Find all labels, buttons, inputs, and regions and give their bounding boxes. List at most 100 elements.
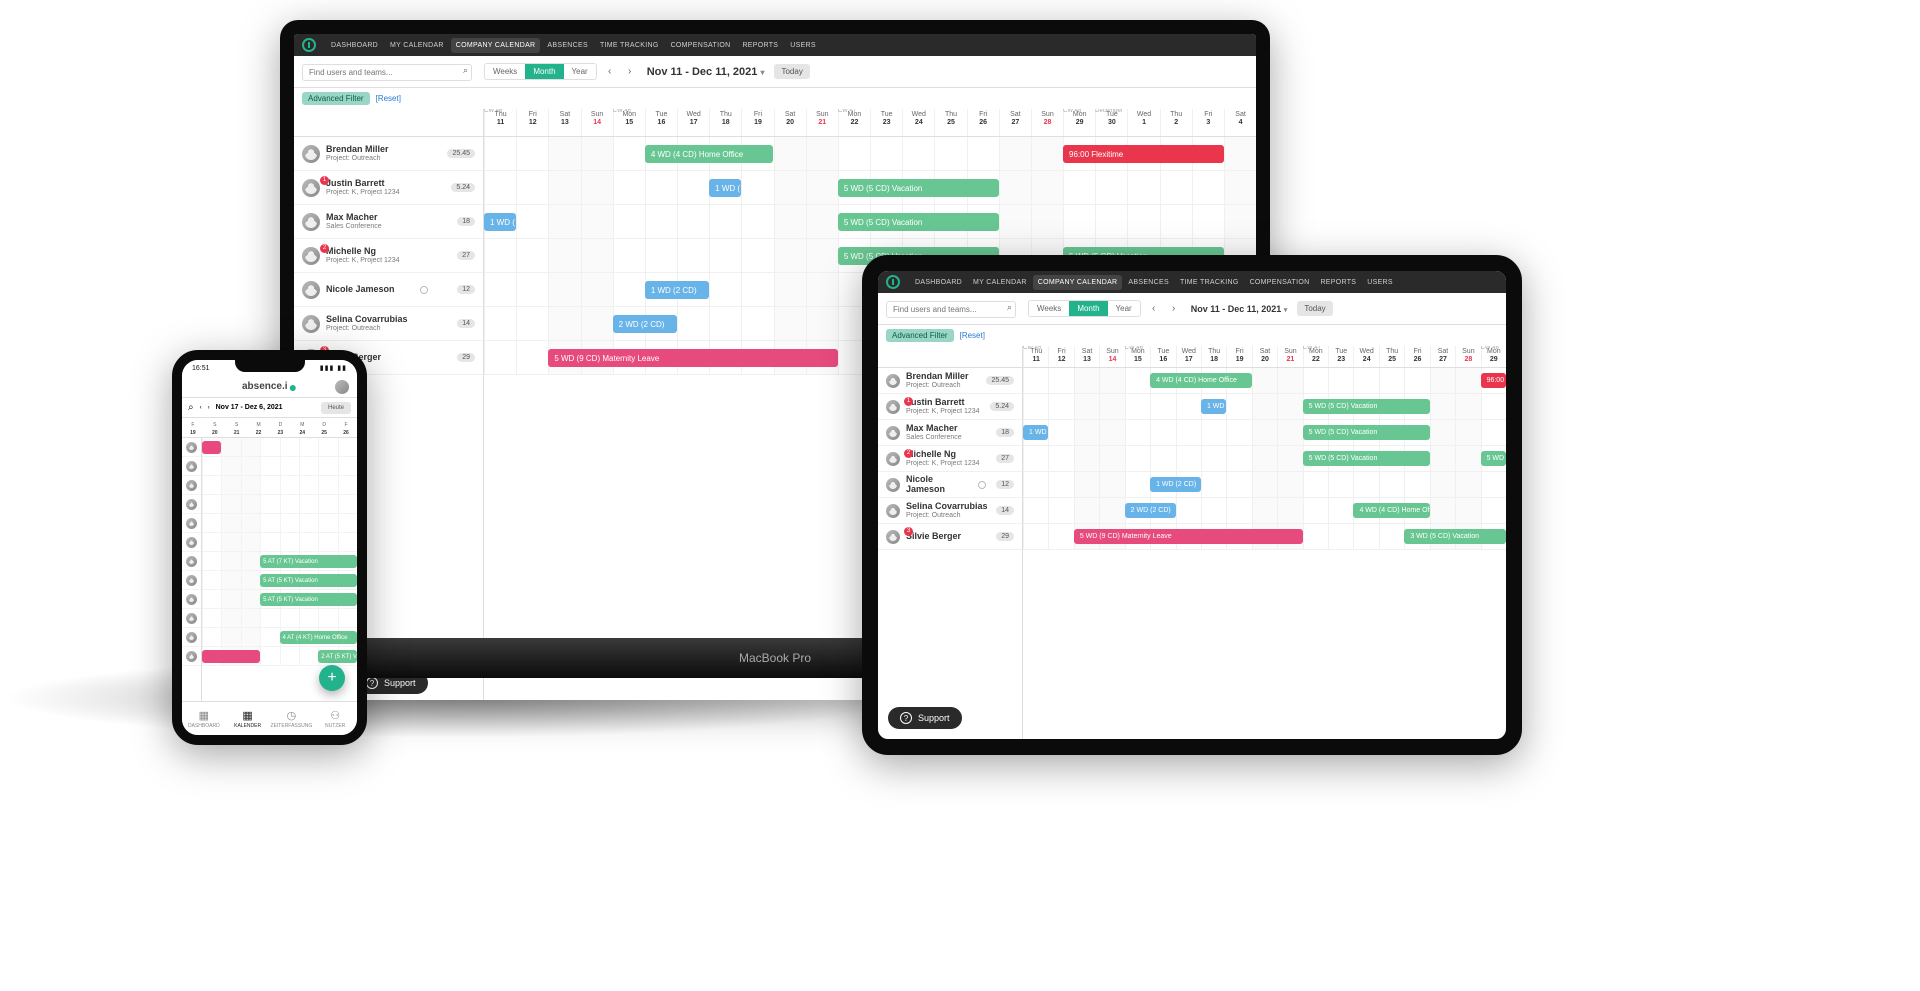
- person-row[interactable]: 2Michelle NgProject: K, Project 123427: [294, 239, 483, 273]
- search-input[interactable]: [302, 64, 472, 81]
- person-row[interactable]: Brendan MillerProject: Outreach25.45: [878, 368, 1022, 394]
- nav-my-calendar[interactable]: MY CALENDAR: [385, 38, 449, 53]
- day-header: CW 45CW 46CW 47CW 48Thu11Fri12Sat13Sun14…: [1023, 346, 1506, 368]
- support-button[interactable]: ? Support: [888, 707, 962, 729]
- absence-bar[interactable]: 2 WD (2 CD): [613, 315, 677, 333]
- tab-kalender[interactable]: ▦KALENDER: [226, 702, 270, 735]
- today-button[interactable]: Today: [1297, 301, 1332, 316]
- absence-bar[interactable]: 4 WD (4 CD) Home Office: [1150, 373, 1252, 388]
- avatar: [886, 504, 900, 518]
- view-year[interactable]: Year: [564, 64, 596, 79]
- absence-bar[interactable]: 5 WD (5: [1481, 451, 1506, 466]
- person-row[interactable]: Max MacherSales Conference18: [878, 420, 1022, 446]
- absence-bar[interactable]: 5 WD (5 CD) Vacation: [1303, 399, 1430, 414]
- today-button[interactable]: Heute: [321, 402, 351, 414]
- date-range[interactable]: Nov 11 - Dec 11, 2021 ▾: [647, 66, 765, 78]
- absence-bar[interactable]: 1 WD (: [709, 179, 741, 197]
- date-range[interactable]: Nov 17 - Dez 6, 2021: [216, 404, 283, 411]
- nav-users[interactable]: USERS: [1362, 275, 1398, 290]
- absence-bar[interactable]: 1 WD (2 CD): [645, 281, 709, 299]
- add-button[interactable]: +: [319, 665, 345, 691]
- nav-dashboard[interactable]: DASHBOARD: [326, 38, 383, 53]
- next-icon[interactable]: ›: [1167, 302, 1181, 316]
- absence-bar[interactable]: [202, 441, 221, 454]
- absence-bar[interactable]: 1 WD: [1023, 425, 1048, 440]
- absence-bar[interactable]: 2 AT (5 KT) Vaca: [318, 650, 357, 663]
- advanced-filter-button[interactable]: Advanced Filter: [302, 92, 370, 105]
- search-box: ⌕: [886, 299, 1016, 318]
- absence-bar[interactable]: 4 AT (4 KT) Home Office: [280, 631, 358, 644]
- advanced-filter-button[interactable]: Advanced Filter: [886, 329, 954, 342]
- absence-bar[interactable]: 5 AT (5 KT) Vacation: [260, 574, 357, 587]
- absence-bar[interactable]: 1 WD (2 CD): [1150, 477, 1201, 492]
- prev-icon[interactable]: ‹: [603, 65, 617, 79]
- search-input[interactable]: [886, 301, 1016, 318]
- nav-my-calendar[interactable]: MY CALENDAR: [968, 275, 1032, 290]
- absence-bar[interactable]: 2 WD (2 CD): [1125, 503, 1176, 518]
- view-weeks[interactable]: Weeks: [1029, 301, 1069, 316]
- absence-bar[interactable]: [202, 650, 260, 663]
- absence-bar[interactable]: 5 AT (5 KT) Vacation: [260, 593, 357, 606]
- absence-bar[interactable]: 5 WD (9 CD) Maternity Leave: [1074, 529, 1303, 544]
- avatar: [186, 632, 197, 643]
- nav-dashboard[interactable]: DASHBOARD: [910, 275, 967, 290]
- person-row[interactable]: Max MacherSales Conference18: [294, 205, 483, 239]
- absence-bar[interactable]: 4 WD (4 CD) Home Office: [645, 145, 774, 163]
- absence-bar[interactable]: 1 WD: [1201, 399, 1226, 414]
- reset-filter-link[interactable]: [Reset]: [960, 331, 985, 340]
- tab-nutzer[interactable]: ⚇NUTZER: [313, 702, 357, 735]
- avatar[interactable]: [335, 380, 349, 394]
- person-row[interactable]: Selina CovarrubiasProject: Outreach14: [878, 498, 1022, 524]
- search-icon[interactable]: ⌕: [188, 402, 194, 413]
- absence-bar[interactable]: 5 WD (5 CD) Vacation: [838, 213, 999, 231]
- absence-bar[interactable]: 5 WD (5 CD) Vacation: [1303, 451, 1430, 466]
- nav-users[interactable]: USERS: [785, 38, 821, 53]
- person-row[interactable]: Selina CovarrubiasProject: Outreach14: [294, 307, 483, 341]
- next-icon[interactable]: ›: [623, 65, 637, 79]
- absence-bar[interactable]: 1 WD (: [484, 213, 516, 231]
- tab-dashboard[interactable]: ▦DASHBOARD: [182, 702, 226, 735]
- prev-icon[interactable]: ‹: [1147, 302, 1161, 316]
- person-subtitle: Project: Outreach: [326, 155, 389, 162]
- absence-bar[interactable]: 5 WD (5 CD) Vacation: [1303, 425, 1430, 440]
- person-row[interactable]: 3Silvie Berger29: [878, 524, 1022, 550]
- view-toggle: Weeks Month Year: [484, 63, 597, 80]
- today-button[interactable]: Today: [774, 64, 809, 79]
- absence-bar[interactable]: 4 WD (4 CD) Home Office: [1353, 503, 1429, 518]
- next-icon[interactable]: ›: [208, 405, 210, 411]
- person-row[interactable]: 1Justin BarrettProject: K, Project 12345…: [878, 394, 1022, 420]
- nav-compensation[interactable]: COMPENSATION: [666, 38, 736, 53]
- nav-company-calendar[interactable]: COMPANY CALENDAR: [1033, 275, 1123, 290]
- search-icon[interactable]: ⌕: [463, 65, 468, 76]
- nav-absences[interactable]: ABSENCES: [1123, 275, 1174, 290]
- person-row[interactable]: 1Justin BarrettProject: K, Project 12345…: [294, 171, 483, 205]
- nav-company-calendar[interactable]: COMPANY CALENDAR: [451, 38, 541, 53]
- timeline-column: 5 AT (7 KT) Vacation 5 AT (5 KT) Vacation…: [202, 438, 357, 701]
- nav-time-tracking[interactable]: TIME TRACKING: [1175, 275, 1244, 290]
- person-row[interactable]: Nicole Jameson12: [294, 273, 483, 307]
- reset-filter-link[interactable]: [Reset]: [376, 94, 401, 103]
- absence-bar[interactable]: 5 WD (9 CD) Maternity Leave: [548, 349, 838, 367]
- absence-bar[interactable]: 3 WD (5 CD) Vacation: [1404, 529, 1506, 544]
- absence-bar[interactable]: 96:00 Flex: [1481, 373, 1506, 388]
- nav-reports[interactable]: REPORTS: [1315, 275, 1361, 290]
- view-month[interactable]: Month: [1069, 301, 1107, 316]
- person-row[interactable]: Brendan MillerProject: Outreach25.45: [294, 137, 483, 171]
- tab-zeiterfassung[interactable]: ◷ZEITERFASSUNG: [270, 702, 314, 735]
- person-row[interactable]: Nicole Jameson12: [878, 472, 1022, 498]
- search-icon[interactable]: ⌕: [1007, 302, 1012, 313]
- nav-reports[interactable]: REPORTS: [737, 38, 783, 53]
- absence-bar[interactable]: 5 WD (5 CD) Vacation: [838, 179, 999, 197]
- nav-time-tracking[interactable]: TIME TRACKING: [595, 38, 664, 53]
- view-month[interactable]: Month: [525, 64, 563, 79]
- view-year[interactable]: Year: [1108, 301, 1140, 316]
- absence-bar[interactable]: 96:00 Flexitime: [1063, 145, 1224, 163]
- prev-icon[interactable]: ‹: [200, 405, 202, 411]
- absence-bar[interactable]: 5 AT (7 KT) Vacation: [260, 555, 357, 568]
- person-row[interactable]: 2Michelle NgProject: K, Project 123427: [878, 446, 1022, 472]
- nav-absences[interactable]: ABSENCES: [542, 38, 593, 53]
- date-range[interactable]: Nov 11 - Dec 11, 2021 ▾: [1191, 304, 1288, 314]
- view-weeks[interactable]: Weeks: [485, 64, 525, 79]
- nav-compensation[interactable]: COMPENSATION: [1245, 275, 1315, 290]
- balance-pill: 12: [996, 480, 1014, 489]
